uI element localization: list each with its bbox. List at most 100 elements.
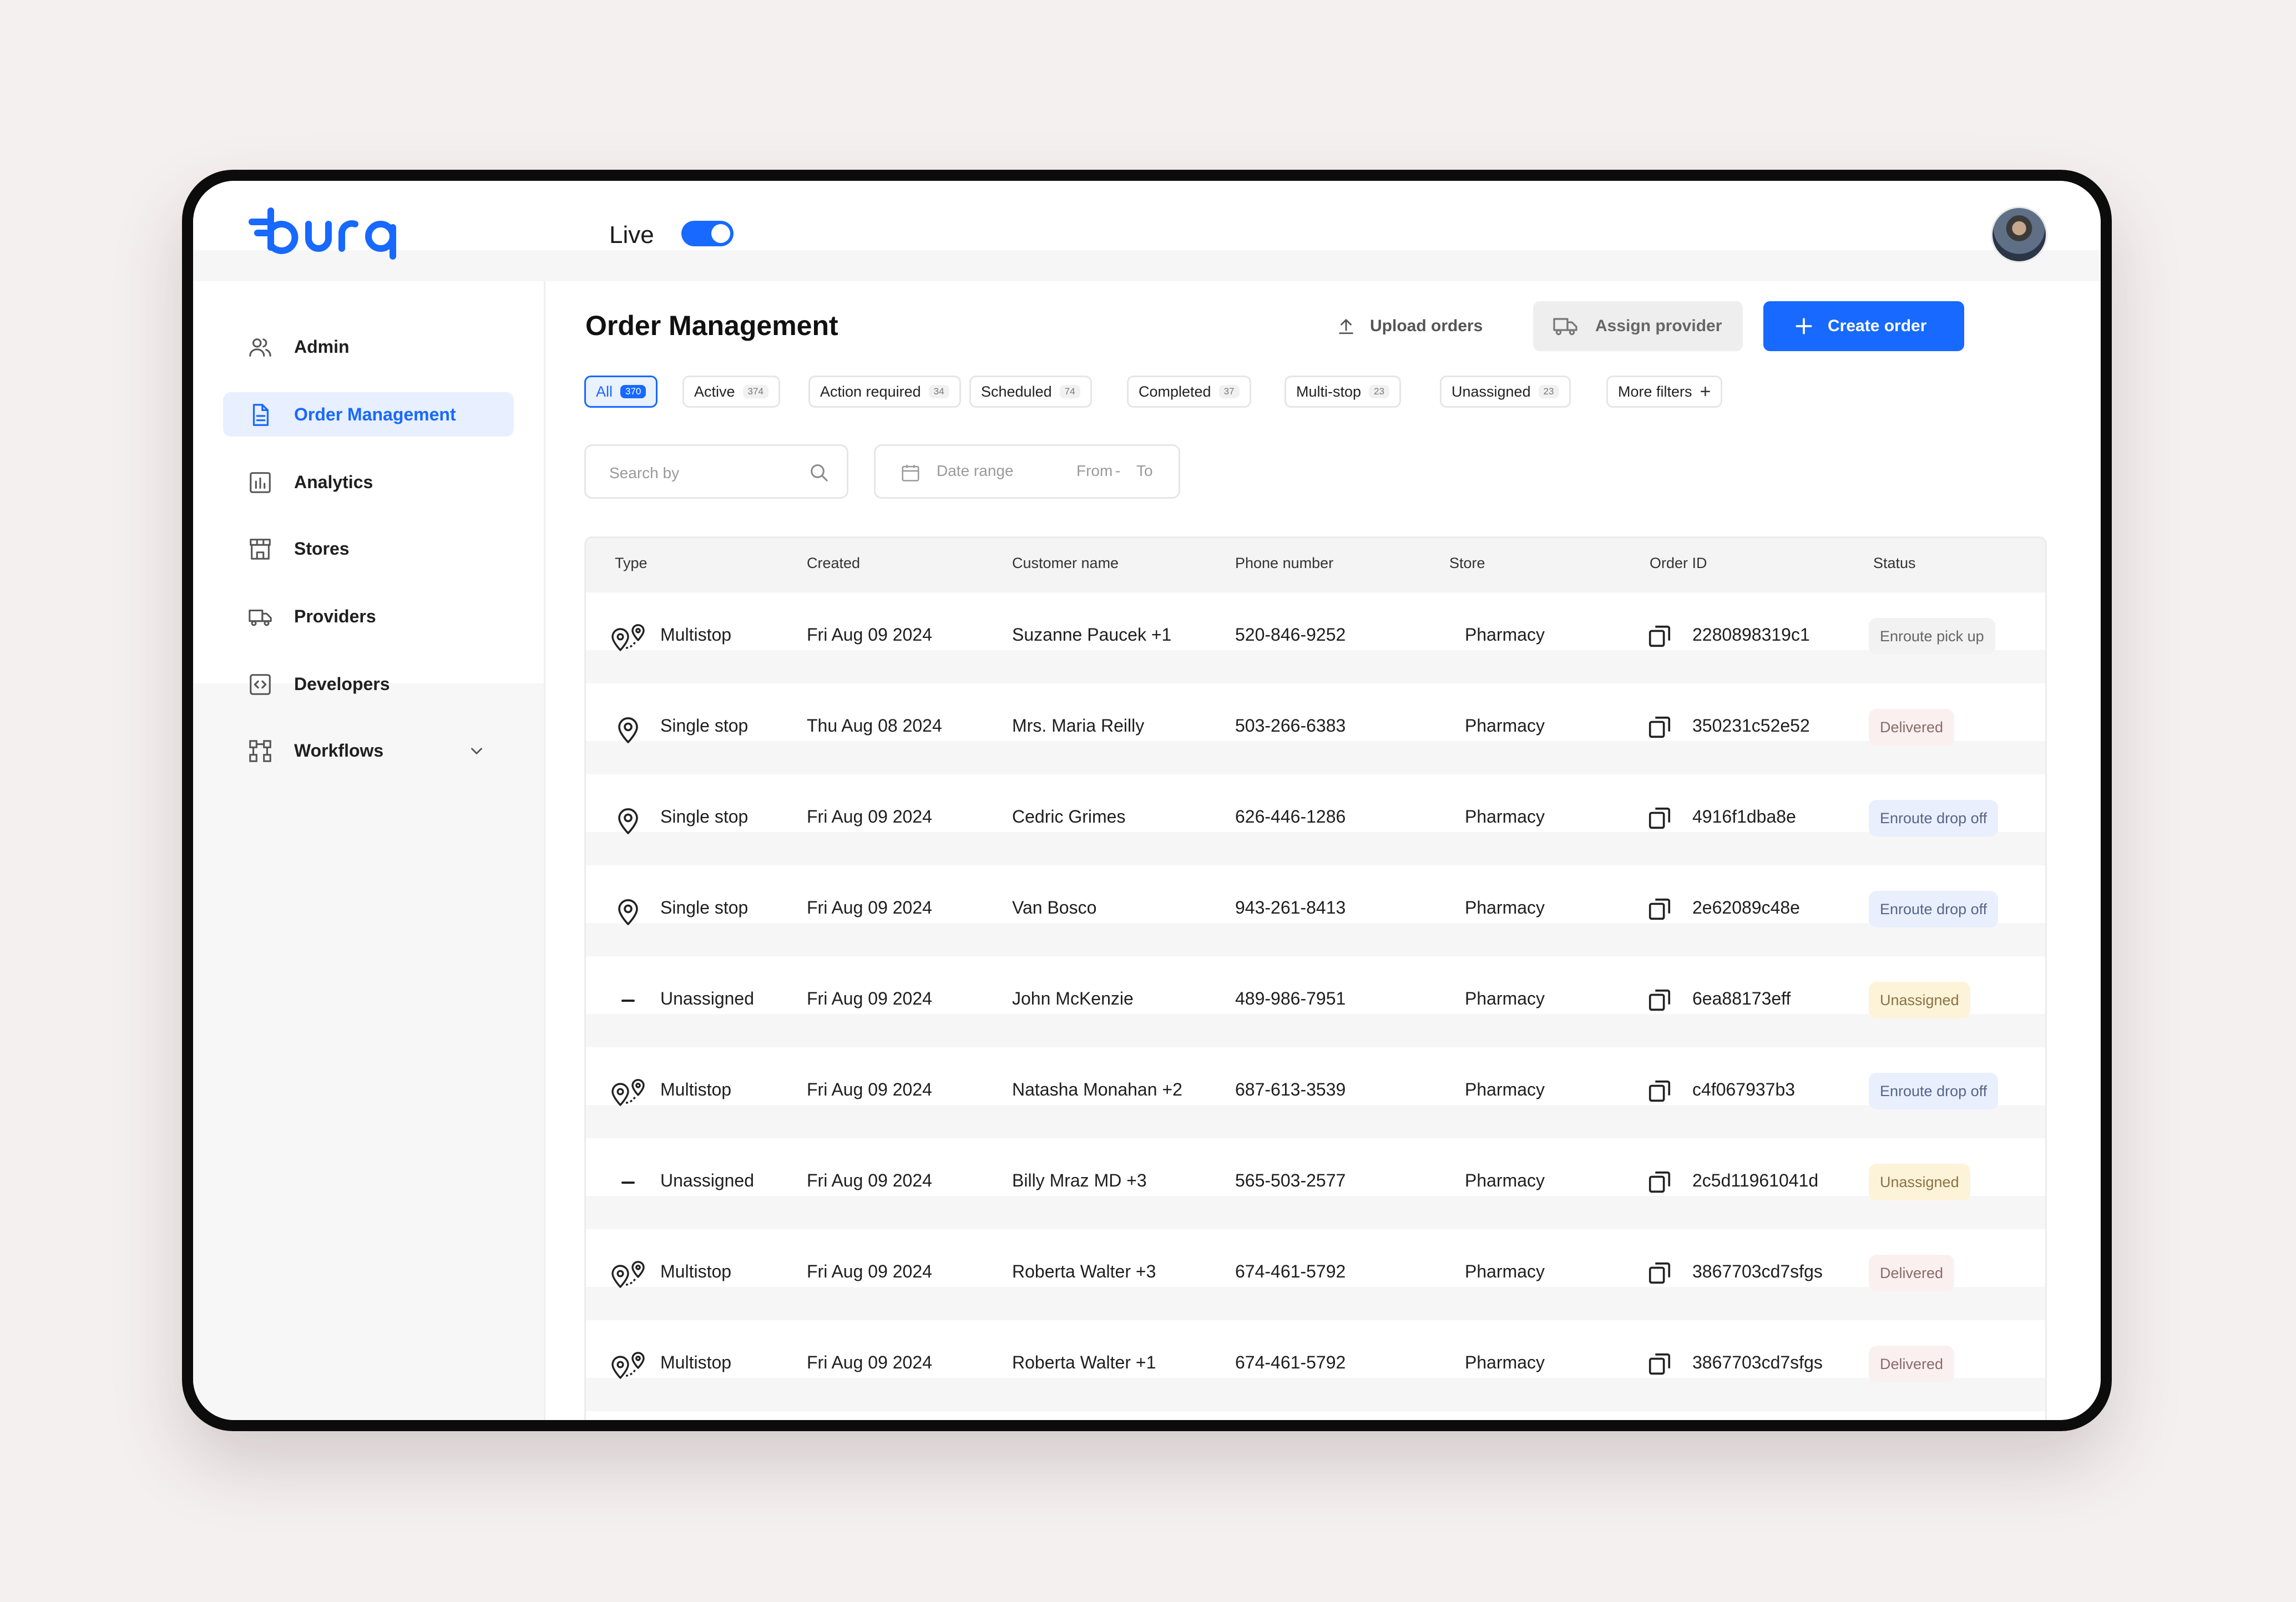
sidebar-item-providers[interactable]: Providers: [223, 594, 514, 638]
column-header-created[interactable]: Created: [807, 555, 860, 572]
multi-pin-icon: [611, 624, 645, 651]
assign-provider-button[interactable]: Assign provider: [1533, 301, 1743, 351]
store-icon: [250, 539, 271, 560]
multi-pin-icon: [611, 1352, 645, 1379]
chevron-down-icon[interactable]: [467, 742, 486, 761]
create-order-button[interactable]: Create order: [1763, 301, 1964, 351]
filter-chip-action-required[interactable]: Action required 34: [808, 376, 961, 408]
filter-count: 23: [1369, 385, 1389, 398]
sidebar-item-workflows[interactable]: Workflows: [223, 728, 514, 773]
column-header-status[interactable]: Status: [1873, 555, 1916, 572]
date-separator: -: [1115, 462, 1121, 479]
cell-created: Fri Aug 09 2024: [807, 1352, 932, 1372]
cell-created: Fri Aug 09 2024: [807, 807, 932, 827]
table-row[interactable]: Multistop Fri Aug 09 2024 Roberta Walter +…: [586, 1320, 2045, 1411]
column-header-customer-name[interactable]: Customer name: [1012, 555, 1119, 572]
search-icon[interactable]: [808, 462, 830, 484]
cell-phone-number: 943-261-8413: [1235, 898, 1346, 917]
filter-chip-completed[interactable]: Completed 37: [1127, 376, 1251, 408]
copy-icon[interactable]: [1647, 1078, 1672, 1104]
cell-order-id: 4916f1dba8e: [1692, 807, 1796, 827]
column-header-phone-number[interactable]: Phone number: [1235, 555, 1333, 572]
sidebar-item-developers[interactable]: Developers: [223, 662, 514, 706]
table-row[interactable]: Multistop Fri Aug 09 2024 Suzanne Paucek +…: [586, 592, 2045, 683]
cell-customer-name: John McKenzie: [1012, 988, 1134, 1008]
table-row[interactable]: Unassigned Fri Aug 09 2024 John McKenzie 48…: [586, 956, 2045, 1047]
cell-phone-number: 674-461-5792: [1235, 1352, 1346, 1372]
cell-store: Pharmacy: [1465, 1170, 1545, 1190]
filter-chip-unassigned[interactable]: Unassigned 23: [1440, 376, 1571, 408]
toggle-knob: [711, 224, 730, 243]
column-header-type[interactable]: Type: [615, 555, 648, 572]
cell-phone-number: 565-503-2577: [1235, 1170, 1346, 1190]
date-from-field[interactable]: From: [1076, 462, 1112, 480]
column-header-store[interactable]: Store: [1449, 555, 1485, 572]
date-range-label: Date range: [937, 462, 1014, 479]
table-row[interactable]: Unassigned Fri Aug 09 2024 Billy Mraz MD +…: [586, 1138, 2045, 1229]
sidebar-item-stores[interactable]: Stores: [223, 526, 514, 571]
search-field[interactable]: [584, 444, 848, 499]
filter-chip-scheduled[interactable]: Scheduled 74: [969, 376, 1092, 408]
cell-type: Single stop: [660, 898, 749, 917]
sidebar-item-admin[interactable]: Admin: [223, 325, 514, 369]
live-toggle[interactable]: [681, 221, 734, 246]
filter-chip-multi-stop[interactable]: Multi-stop 23: [1284, 376, 1401, 408]
cell-created: Fri Aug 09 2024: [807, 625, 932, 645]
upload-orders-label: Upload orders: [1370, 317, 1483, 335]
date-to-field[interactable]: To: [1136, 462, 1153, 480]
copy-icon[interactable]: [1647, 623, 1672, 649]
search-input[interactable]: [608, 462, 799, 485]
table-row[interactable]: Single stop Fri Aug 09 2024 Van Bosco 943-2…: [586, 865, 2045, 956]
multi-pin-icon: [611, 1261, 645, 1288]
column-header-order-id[interactable]: Order ID: [1650, 555, 1707, 572]
cell-customer-name: Billy Mraz MD +3: [1012, 1170, 1147, 1190]
sidebar-item-label: Providers: [294, 606, 376, 626]
filter-chip-active[interactable]: Active 374: [682, 376, 780, 408]
sidebar-item-analytics[interactable]: Analytics: [223, 460, 514, 504]
cell-type: Unassigned: [660, 1170, 754, 1190]
cell-order-id: 2e62089c48e: [1692, 898, 1800, 917]
cell-customer-name: Suzanne Paucek +1: [1012, 625, 1172, 645]
sidebar-item-order-management[interactable]: Order Management: [223, 392, 514, 437]
copy-icon[interactable]: [1647, 1169, 1672, 1195]
upload-orders-button[interactable]: Upload orders: [1317, 301, 1500, 351]
cell-order-id: 6ea88173eff: [1692, 988, 1791, 1008]
table-header: Type Created Customer name Phone number …: [586, 538, 2045, 592]
workflow-icon: [249, 740, 271, 762]
user-avatar[interactable]: [1991, 206, 2047, 263]
pin-icon: [618, 808, 638, 834]
copy-icon[interactable]: [1647, 1351, 1672, 1377]
copy-icon[interactable]: [1647, 1260, 1672, 1286]
copy-icon[interactable]: [1647, 987, 1672, 1013]
copy-icon[interactable]: [1647, 896, 1672, 922]
upload-icon: [1339, 319, 1353, 334]
sidebar-item-label: Stores: [294, 539, 350, 559]
truck-icon: [249, 609, 272, 626]
cell-phone-number: 520-846-9252: [1235, 625, 1346, 645]
date-range-picker[interactable]: Date range From - To: [874, 444, 1180, 499]
cell-type: Multistop: [660, 1079, 732, 1099]
status-badge: Unassigned: [1869, 1164, 1970, 1200]
cell-order-id: 350231c52e52: [1692, 716, 1810, 736]
cell-created: Fri Aug 09 2024: [807, 898, 932, 917]
copy-icon[interactable]: [1647, 714, 1672, 740]
plus-icon: +: [1700, 381, 1711, 402]
table-row[interactable]: Single stop Thu Aug 08 2024 Mrs. Maria Rei…: [586, 683, 2045, 774]
status-badge: Delivered: [1869, 709, 1955, 746]
multi-pin-icon: [611, 1079, 645, 1106]
cell-order-id: 2280898319c1: [1692, 625, 1810, 645]
filter-count: 37: [1218, 385, 1240, 398]
table-row[interactable]: Multistop Fri Aug 09 2024 Roberta Walter +…: [586, 1229, 2045, 1320]
table-row[interactable]: Multistop Fri Aug 09 2024 Natasha Monahan …: [586, 1047, 2045, 1138]
filter-chip-all[interactable]: All 370: [584, 376, 658, 408]
more-filters-button[interactable]: More filters +: [1606, 376, 1723, 408]
burq-logo[interactable]: [249, 205, 415, 261]
sidebar-item-label: Workflows: [294, 741, 384, 761]
page-title: Order Management: [585, 310, 838, 341]
cell-type: Multistop: [660, 625, 732, 645]
filter-count: 374: [742, 385, 768, 398]
copy-icon[interactable]: [1647, 805, 1672, 831]
table-row[interactable]: Single stop Fri Aug 09 2024 Cedric Grimes 6…: [586, 774, 2045, 865]
cell-order-id: c4f067937b3: [1692, 1079, 1796, 1099]
status-badge: Enroute drop off: [1869, 800, 1999, 837]
